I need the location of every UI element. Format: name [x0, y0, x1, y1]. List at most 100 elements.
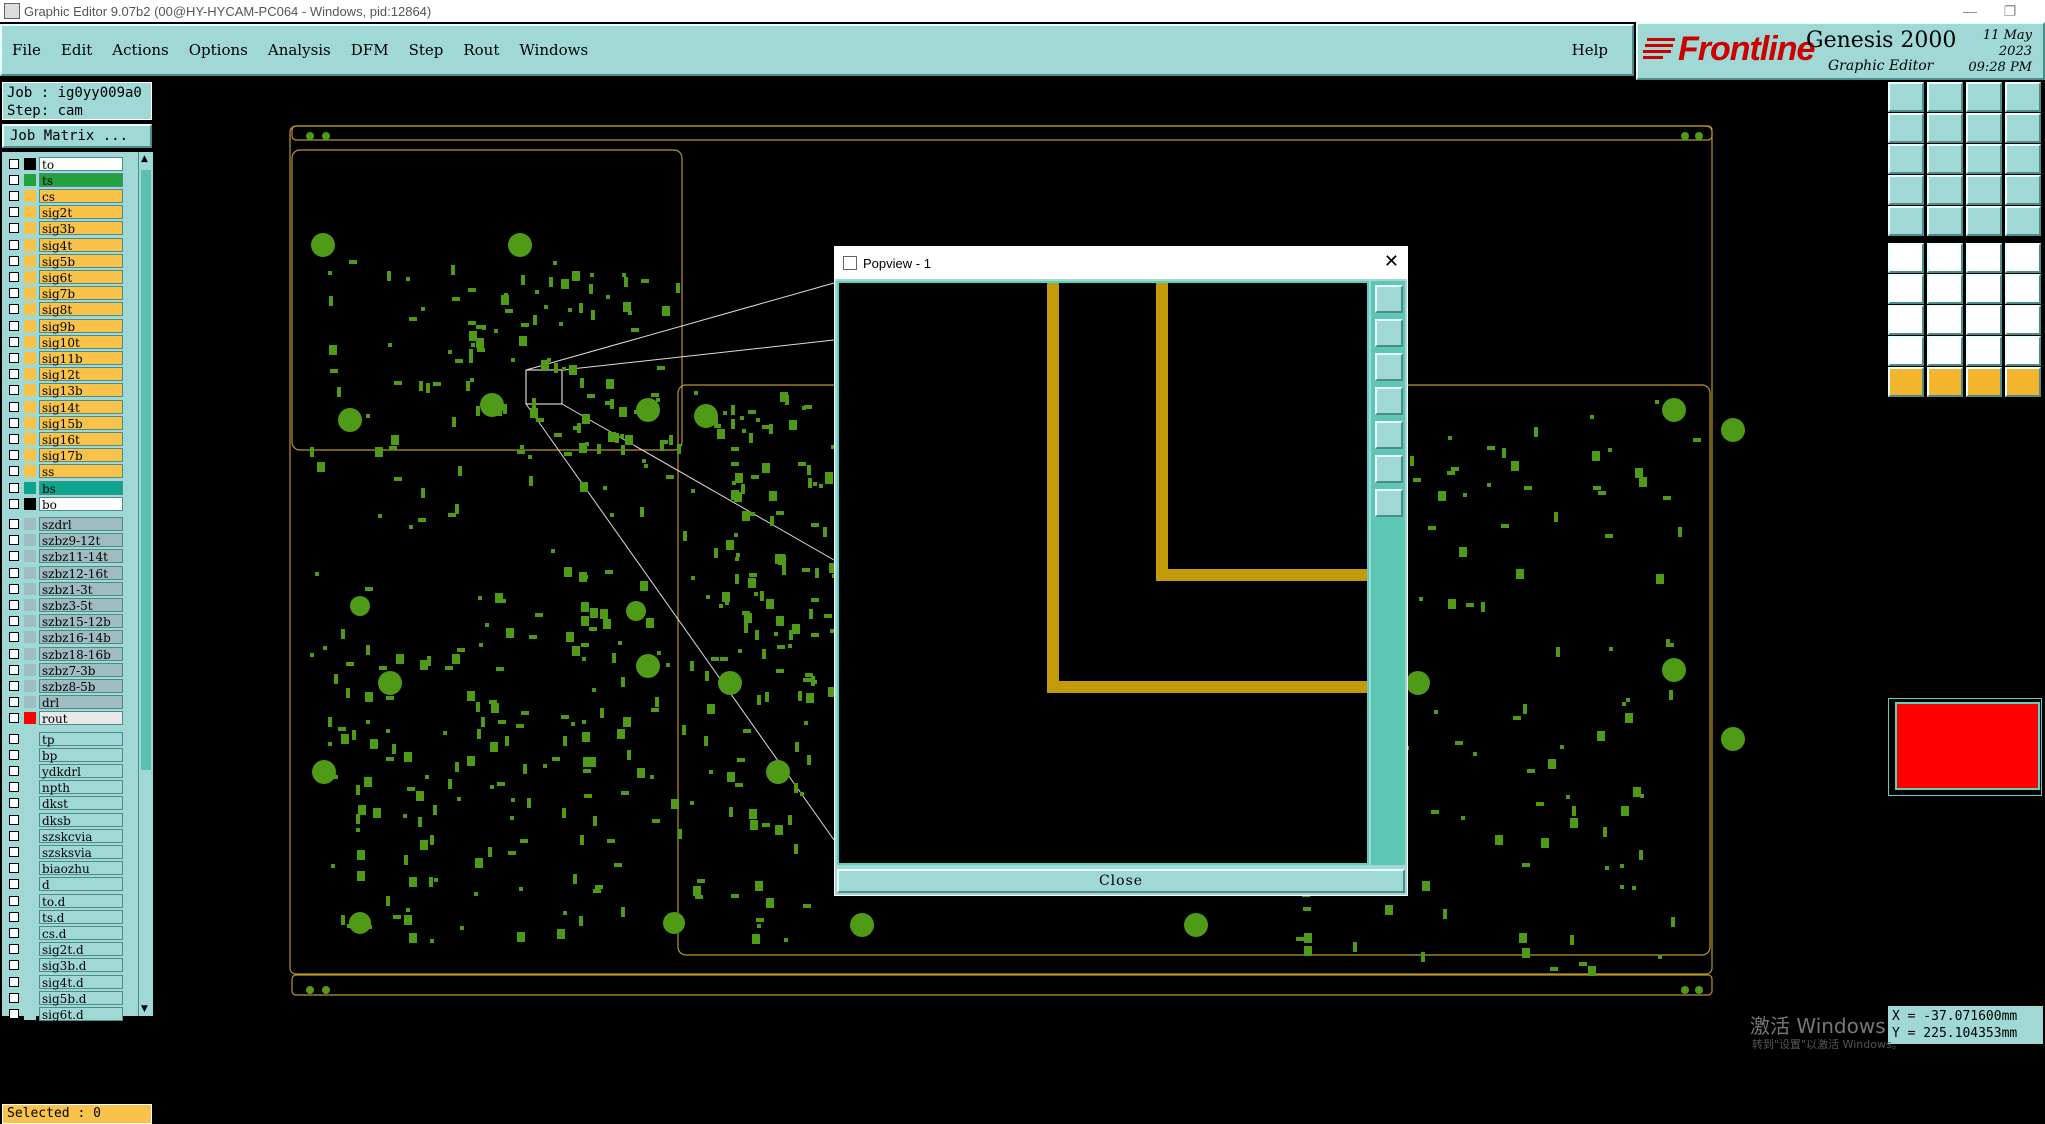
layer-name[interactable]: sig8t: [39, 302, 123, 317]
layer-checkbox[interactable]: [9, 417, 19, 428]
pad-add-button[interactable]: [1888, 305, 1924, 335]
layer-row-sig5b.d[interactable]: sig5b.d: [4, 990, 136, 1006]
layer-color-swatch[interactable]: [24, 748, 36, 761]
layer-name[interactable]: szbz16-14b: [39, 630, 123, 645]
redraw-button[interactable]: [1966, 113, 2002, 143]
layer-color-swatch[interactable]: [24, 712, 36, 725]
layer-row-cs.d[interactable]: cs.d: [4, 925, 136, 941]
layer-row-szskcvia[interactable]: szskcvia: [4, 828, 136, 844]
layer-row-drl[interactable]: drl: [4, 695, 136, 710]
line-mid-button[interactable]: [1927, 305, 1963, 335]
layer-color-swatch[interactable]: [24, 303, 36, 316]
snap-button[interactable]: [1888, 175, 1924, 205]
layer-color-swatch[interactable]: [24, 497, 36, 510]
layer-row-szdrl[interactable]: szdrl: [4, 516, 136, 532]
home-button[interactable]: [1966, 82, 2002, 112]
layer-color-swatch[interactable]: [24, 894, 36, 907]
minimize-button[interactable]: —: [1950, 0, 1990, 22]
layer-row-bs[interactable]: bs: [4, 480, 136, 496]
round-pad-button[interactable]: [2005, 206, 2041, 236]
close-icon[interactable]: ✕: [1384, 251, 1399, 272]
scroll-thumb[interactable]: [141, 170, 151, 770]
layer-name[interactable]: to: [39, 156, 123, 172]
layer-color-swatch[interactable]: [24, 222, 36, 235]
layer-checkbox[interactable]: [9, 976, 19, 987]
area-a-button[interactable]: [1927, 336, 1963, 366]
layer-row-szbz7-3b[interactable]: szbz7-3b: [4, 662, 136, 678]
layer-checkbox[interactable]: [9, 599, 19, 610]
layer-name[interactable]: d: [39, 877, 123, 892]
layer-checkbox[interactable]: [9, 648, 19, 659]
layer-row-rout[interactable]: rout: [4, 711, 136, 726]
layer-row-szbz8-5b[interactable]: szbz8-5b: [4, 678, 136, 694]
layer-row-ts.d[interactable]: ts.d: [4, 909, 136, 925]
undo-draw-button[interactable]: [2005, 113, 2041, 143]
layer-checkbox[interactable]: [9, 385, 19, 396]
layer-row-bp[interactable]: bp: [4, 747, 136, 763]
layer-name[interactable]: szbz18-16b: [39, 646, 123, 662]
layer-name[interactable]: sig17b: [39, 448, 123, 463]
layer-checkbox[interactable]: [9, 927, 19, 938]
layer-name[interactable]: szbz7-3b: [39, 662, 123, 678]
layer-row-sig6t.d[interactable]: sig6t.d: [4, 1006, 136, 1022]
layer-checkbox[interactable]: [9, 616, 19, 627]
layer-name[interactable]: ydkdrl: [39, 763, 123, 779]
layer-row-szsksvia[interactable]: szsksvia: [4, 844, 136, 860]
menu-help[interactable]: Help: [1562, 41, 1618, 59]
layer-row-sig15b[interactable]: sig15b: [4, 415, 136, 431]
layer-color-swatch[interactable]: [24, 1007, 36, 1020]
layer-checkbox[interactable]: [9, 320, 19, 331]
popview-zoom-fit-button[interactable]: [1375, 285, 1403, 313]
layer-checkbox[interactable]: [9, 680, 19, 691]
layer-checkbox[interactable]: [9, 879, 19, 890]
layer-checkbox[interactable]: [9, 239, 19, 250]
layer-name[interactable]: sig4t.d: [39, 974, 123, 990]
menu-file[interactable]: File: [2, 41, 51, 59]
layer-color-swatch[interactable]: [24, 910, 36, 923]
layer-color-swatch[interactable]: [24, 400, 36, 413]
layer-checkbox[interactable]: [9, 255, 19, 266]
layer-row-sig2t[interactable]: sig2t: [4, 205, 136, 220]
layer-checkbox[interactable]: [9, 551, 19, 562]
layer-color-swatch[interactable]: [24, 416, 36, 429]
layer-checkbox[interactable]: [9, 369, 19, 380]
save-job-button[interactable]: [1927, 82, 1963, 112]
layer-color-swatch[interactable]: [24, 679, 36, 692]
layer-name[interactable]: sig6t.d: [39, 1006, 123, 1022]
layer-row-szbz12-16t[interactable]: szbz12-16t: [4, 565, 136, 581]
layer-color-swatch[interactable]: [24, 449, 36, 462]
layer-row-ts[interactable]: ts: [4, 172, 136, 188]
layer-color-swatch[interactable]: [24, 845, 36, 858]
layer-name[interactable]: ts: [39, 172, 123, 188]
pad-shape-button[interactable]: [1888, 206, 1924, 236]
layer-checkbox[interactable]: [9, 207, 19, 218]
layer-checkbox[interactable]: [9, 814, 19, 825]
layer-checkbox[interactable]: [9, 713, 19, 724]
popview-pan-down-button[interactable]: [1375, 353, 1403, 381]
ruler-button[interactable]: [1966, 206, 2002, 236]
layer-checkbox[interactable]: [9, 190, 19, 201]
layer-color-swatch[interactable]: [24, 647, 36, 660]
layer-name[interactable]: szbz8-5b: [39, 678, 123, 694]
menu-dfm[interactable]: DFM: [341, 41, 399, 59]
layer-row-sig10t[interactable]: sig10t: [4, 334, 136, 350]
popview-pan-up-button[interactable]: [1375, 319, 1403, 347]
layer-color-swatch[interactable]: [24, 254, 36, 267]
layer-checkbox[interactable]: [9, 466, 19, 477]
layer-row-dksb[interactable]: dksb: [4, 812, 136, 828]
connect-button[interactable]: [2005, 243, 2041, 273]
layer-name[interactable]: drl: [39, 695, 123, 710]
layer-checkbox[interactable]: [9, 567, 19, 578]
layer-color-swatch[interactable]: [24, 481, 36, 494]
layer-row-sig7b[interactable]: sig7b: [4, 286, 136, 301]
layer-row-szbz3-5t[interactable]: szbz3-5t: [4, 597, 136, 613]
layer-row-sig8t[interactable]: sig8t: [4, 302, 136, 317]
layer-color-swatch[interactable]: [24, 991, 36, 1004]
layer-color-swatch[interactable]: [24, 696, 36, 709]
layer-color-swatch[interactable]: [24, 781, 36, 794]
line-angle-button[interactable]: [1888, 274, 1924, 304]
layer-name[interactable]: sig5b: [39, 253, 123, 269]
layer-name[interactable]: to.d: [39, 893, 123, 909]
layer-name[interactable]: szbz15-12b: [39, 614, 123, 629]
scroll-down-icon[interactable]: ▼: [141, 1004, 148, 1014]
